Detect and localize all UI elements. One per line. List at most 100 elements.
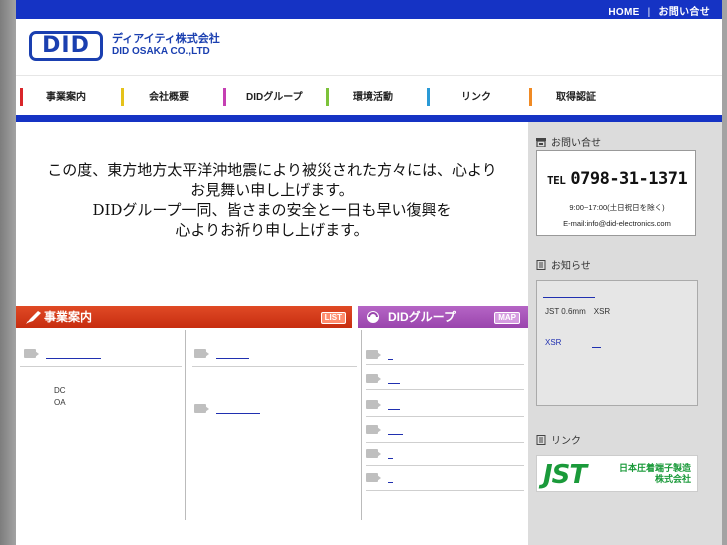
nav-item-links[interactable]: リンク bbox=[427, 88, 523, 108]
top-links: HOME | お問い合せ bbox=[608, 3, 710, 18]
nav-item-business[interactable]: 事業案内 bbox=[20, 88, 116, 108]
news-heading-text: お知らせ bbox=[551, 261, 591, 272]
tel-number: 0798-31-1371 bbox=[570, 169, 688, 189]
notice-line: DIDグループ一同、皆さまの安全と一日も早い復興を bbox=[92, 201, 452, 219]
group-link[interactable] bbox=[388, 425, 403, 435]
news-line-link[interactable]: XSR bbox=[545, 337, 561, 349]
row-divider bbox=[20, 366, 182, 367]
header: DID ディアイティ株式会社 DID OSAKA CO.,LTD bbox=[16, 19, 722, 75]
business-section-title: 事業案内 bbox=[44, 310, 93, 324]
nav-underline bbox=[16, 115, 722, 122]
group-link[interactable] bbox=[388, 350, 393, 360]
group-link[interactable] bbox=[388, 400, 400, 410]
group-section-header: DIDグループ MAP bbox=[358, 306, 528, 328]
left-gutter bbox=[0, 0, 16, 545]
nav-item-label: 事業案内 bbox=[46, 92, 86, 103]
bullet-icon bbox=[366, 473, 381, 482]
bullet-icon bbox=[194, 349, 209, 358]
bullet-icon bbox=[24, 349, 39, 358]
business-sub-text: DC OA bbox=[54, 385, 66, 409]
business-section-header: 事業案内 LIST bbox=[16, 306, 352, 328]
news-line: JST 0.6mm XSR bbox=[545, 307, 611, 316]
tel-prefix: TEL bbox=[547, 174, 566, 187]
sub-text-line: DC bbox=[54, 386, 66, 395]
links-heading-text: リンク bbox=[551, 436, 581, 447]
home-link[interactable]: HOME bbox=[608, 7, 639, 18]
map-button[interactable]: MAP bbox=[494, 312, 520, 324]
company-name: ディアイティ株式会社 DID OSAKA CO.,LTD bbox=[112, 33, 220, 58]
business-link[interactable] bbox=[46, 349, 101, 359]
nav-item-label: 会社概要 bbox=[149, 92, 189, 103]
bullet-icon bbox=[194, 404, 209, 413]
nav-color-bar bbox=[326, 88, 329, 106]
contact-heading: お問い合せ bbox=[536, 134, 601, 149]
nav-item-company[interactable]: 会社概要 bbox=[121, 88, 217, 108]
nav-color-bar bbox=[223, 88, 226, 106]
group-link[interactable] bbox=[388, 473, 393, 483]
company-name-en: DID OSAKA CO.,LTD bbox=[112, 46, 210, 57]
row-divider bbox=[366, 364, 524, 365]
phone-number: TEL 0798-31-1371 bbox=[547, 169, 688, 189]
jst-logo: JST bbox=[543, 460, 587, 490]
right-gutter bbox=[722, 0, 727, 545]
email-link[interactable]: E-mail:info@did-electronics.com bbox=[537, 219, 697, 228]
contact-link[interactable]: お問い合せ bbox=[659, 7, 711, 18]
news-link[interactable] bbox=[543, 288, 595, 298]
row-divider bbox=[366, 490, 524, 491]
bullet-icon bbox=[366, 350, 381, 359]
nav-item-label: 環境活動 bbox=[353, 92, 393, 103]
contact-box: TEL 0798-31-1371 9:00~17:00(土日祝日を除く) E-ma… bbox=[536, 150, 696, 236]
nav-color-bar bbox=[121, 88, 124, 106]
news-box: JST 0.6mm XSR XSR bbox=[536, 280, 698, 406]
document-icon bbox=[536, 260, 546, 270]
bullet-icon bbox=[366, 425, 381, 434]
nav-color-bar bbox=[529, 88, 532, 106]
pen-icon bbox=[26, 311, 41, 324]
group-link[interactable] bbox=[388, 374, 400, 384]
news-link[interactable] bbox=[592, 339, 601, 348]
column-divider bbox=[361, 330, 362, 520]
jst-name-line: 日本圧着端子製造 bbox=[618, 463, 691, 473]
bullet-icon bbox=[366, 374, 381, 383]
notice-line: お見舞い申し上げます。 bbox=[190, 181, 354, 199]
business-link[interactable] bbox=[216, 404, 260, 414]
nav-color-bar bbox=[427, 88, 430, 106]
earthquake-notice: この度、東方地方太平洋沖地震により被災された方々には、心より お見舞い申し上げま… bbox=[16, 160, 528, 240]
nav-color-bar bbox=[20, 88, 23, 106]
notice-line: この度、東方地方太平洋沖地震により被災された方々には、心より bbox=[47, 161, 497, 179]
row-divider bbox=[366, 389, 524, 390]
row-divider bbox=[192, 366, 357, 367]
nav-item-label: DIDグループ bbox=[246, 92, 303, 103]
bullet-icon bbox=[366, 400, 381, 409]
company-name-jp: ディアイティ株式会社 bbox=[112, 33, 220, 45]
document-icon bbox=[536, 435, 546, 445]
top-link-separator: | bbox=[647, 7, 651, 18]
row-divider bbox=[366, 416, 524, 417]
notice-line: 心よりお祈り申し上げます。 bbox=[175, 221, 369, 239]
nav-item-group[interactable]: DIDグループ bbox=[223, 88, 319, 108]
group-link[interactable] bbox=[388, 449, 393, 459]
business-hours: 9:00~17:00(土日祝日を除く) bbox=[569, 203, 665, 212]
row-divider bbox=[366, 442, 524, 443]
business-link[interactable] bbox=[216, 349, 249, 359]
jst-name-line: 株式会社 bbox=[654, 474, 691, 484]
nav-item-label: リンク bbox=[461, 92, 491, 103]
nav-item-label: 取得認証 bbox=[556, 92, 596, 103]
did-logo[interactable]: DID bbox=[29, 31, 103, 61]
group-section-title: DIDグループ bbox=[388, 310, 456, 324]
globe-icon bbox=[367, 311, 379, 323]
nav-item-environment[interactable]: 環境活動 bbox=[326, 88, 422, 108]
links-heading: リンク bbox=[536, 432, 581, 447]
list-button[interactable]: LIST bbox=[320, 312, 346, 324]
bullet-icon bbox=[366, 449, 381, 458]
jst-banner[interactable]: JST 日本圧着端子製造 株式会社 bbox=[536, 455, 698, 492]
main-nav: 事業案内 会社概要 DIDグループ 環境活動 リンク 取得認証 bbox=[16, 75, 722, 116]
sub-text-line: OA bbox=[54, 398, 66, 407]
nav-item-certification[interactable]: 取得認証 bbox=[529, 88, 625, 108]
news-heading: お知らせ bbox=[536, 257, 591, 272]
column-divider bbox=[185, 330, 186, 520]
contact-heading-text: お問い合せ bbox=[551, 138, 601, 149]
jst-company-name: 日本圧着端子製造 株式会社 bbox=[619, 463, 691, 485]
page: HOME | お問い合せ DID ディアイティ株式会社 DID OSAKA CO.,… bbox=[16, 0, 722, 545]
phone-icon bbox=[536, 138, 546, 147]
